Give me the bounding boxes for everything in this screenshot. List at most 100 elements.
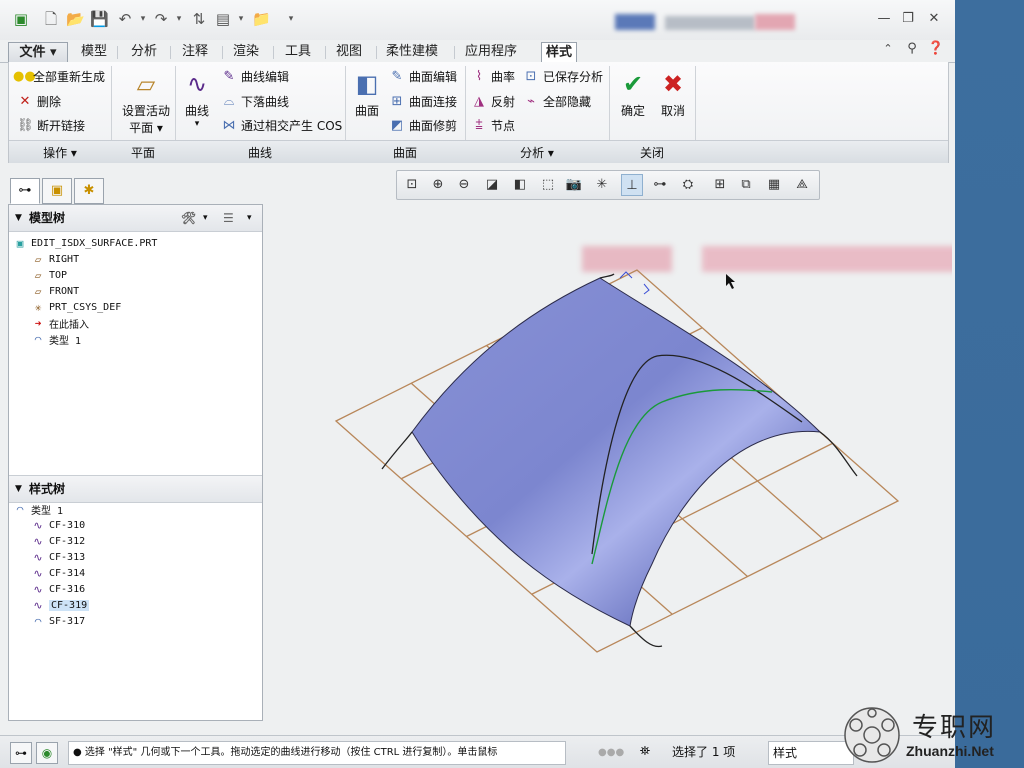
tab-render[interactable]: 渲染: [229, 42, 263, 62]
tree-item-insert-here[interactable]: ➜ 在此插入: [31, 316, 89, 331]
help-icon[interactable]: ❓: [926, 39, 946, 59]
model-tree-title: 模型树: [29, 211, 66, 225]
break-link-button[interactable]: ⛓ 断开链接: [17, 117, 85, 134]
style-tree-item[interactable]: ∿ CF-310: [31, 518, 85, 533]
open-icon[interactable]: 📂: [66, 10, 85, 28]
hide-all-button[interactable]: ⌁ 全部隐藏: [523, 93, 591, 110]
close-window-icon[interactable]: 📁: [252, 10, 271, 28]
tab-model[interactable]: 模型: [77, 42, 111, 62]
surface-button[interactable]: ◧ 曲面: [349, 70, 385, 119]
browser-toggle-icon[interactable]: ◉: [36, 742, 58, 764]
part-icon: ▣: [16, 237, 24, 250]
surface-edit-button[interactable]: ✎ 曲面编辑: [389, 68, 457, 85]
redo-icon[interactable]: ↷: [152, 10, 170, 28]
curve-dropdown-icon[interactable]: ▾: [179, 119, 215, 129]
tree-item-label: CF-316: [49, 584, 86, 595]
delete-button[interactable]: ✕ 删除: [17, 93, 61, 110]
close-icon[interactable]: ✕: [924, 9, 944, 29]
tree-item-label: 类型 1: [31, 506, 64, 517]
tab-separator: [273, 46, 274, 59]
customize-dropdown-icon[interactable]: ▾: [282, 10, 300, 28]
group-plane: 平面: [130, 146, 155, 160]
surface-label: 曲面: [354, 104, 379, 118]
style-tree-root[interactable]: ◠ 类型 1: [13, 502, 63, 517]
tab-separator: [454, 46, 455, 59]
curve-edit-button[interactable]: ✎ 曲线编辑: [221, 68, 289, 85]
tree-item-top[interactable]: ▱ TOP: [31, 268, 67, 283]
tree-item-label: 类型 1: [49, 336, 82, 347]
tree-item-label: CF-314: [49, 568, 86, 579]
ribbon-collapse-icon[interactable]: ⌃: [878, 39, 898, 59]
tab-view[interactable]: 视图: [332, 42, 366, 62]
tree-item-right[interactable]: ▱ RIGHT: [31, 252, 79, 267]
model-tree-tab-icon[interactable]: ⊶: [10, 178, 40, 204]
ok-button[interactable]: ✔ 确定: [615, 70, 651, 119]
tab-style[interactable]: 样式: [541, 42, 578, 64]
saved-analysis-label: 已保存分析: [543, 70, 604, 84]
style-tree-item[interactable]: ∿ CF-314: [31, 566, 85, 581]
group-operations[interactable]: 操作 ▾: [9, 144, 111, 161]
tab-flexible-modeling[interactable]: 柔性建模: [382, 42, 442, 62]
surface-trim-button[interactable]: ◩ 曲面修剪: [389, 117, 457, 134]
watermark-en: Zhuanzhi.Net: [906, 743, 994, 759]
delete-label: 删除: [37, 95, 62, 109]
new-icon[interactable]: 🗋: [42, 10, 60, 28]
undo-icon[interactable]: ↶: [116, 10, 134, 28]
style-tree-item-selected[interactable]: ∿ CF-319: [31, 598, 90, 613]
undo-dropdown-icon[interactable]: ▾: [134, 10, 152, 28]
curve-button[interactable]: ∿ 曲线 ▾: [179, 70, 215, 129]
tree-item-front[interactable]: ▱ FRONT: [31, 284, 79, 299]
style-surface[interactable]: [411, 277, 822, 627]
style-tree-item[interactable]: ◠ SF-317: [31, 614, 85, 629]
group-analysis[interactable]: 分析 ▾: [465, 144, 609, 161]
curve-edit-label: 曲线编辑: [241, 70, 290, 84]
reflection-button[interactable]: ◮ 反射: [471, 93, 515, 110]
tree-columns-icon[interactable]: ☰: [223, 205, 234, 231]
curvature-icon: ⌇: [475, 68, 483, 84]
cos-button[interactable]: ⋈ 通过相交产生 COS: [221, 117, 343, 134]
group-surface: 曲面: [392, 146, 417, 160]
tree-item-csys[interactable]: ✳ PRT_CSYS_DEF: [31, 300, 122, 315]
tab-analysis[interactable]: 分析: [127, 42, 161, 62]
set-active-plane-button[interactable]: ▱ 设置活动 平面 ▾: [117, 70, 175, 136]
tree-settings-dropdown-icon[interactable]: ▾: [203, 205, 208, 231]
tab-annotate[interactable]: 注释: [178, 42, 212, 62]
selection-count: 选择了 1 项: [672, 745, 736, 759]
tab-applications[interactable]: 应用程序: [461, 42, 521, 62]
tree-item-style-feature[interactable]: ◠ 类型 1: [31, 332, 81, 347]
minimize-icon[interactable]: —: [874, 9, 894, 29]
graphics-viewport[interactable]: [262, 164, 952, 734]
folder-browser-tab-icon[interactable]: ▣: [42, 178, 72, 204]
tab-file[interactable]: 文件 ▾: [8, 42, 68, 63]
cancel-button[interactable]: ✖ 取消: [655, 70, 691, 119]
tree-settings-icon[interactable]: 🛠: [181, 205, 196, 231]
curvature-button[interactable]: ⌇ 曲率: [471, 68, 515, 85]
saved-analysis-button[interactable]: ⊡ 已保存分析: [523, 68, 603, 85]
tree-columns-dropdown-icon[interactable]: ▾: [247, 205, 252, 231]
regenerate-all-button[interactable]: ●● 全部重新生成: [13, 68, 105, 85]
application-window: ▣ 🗋 📂 💾 ↶ ▾ ↷ ▾ ⇅ ▤ ▾ 📁 ▾ — ❐ ✕ 文件 ▾ 模型 …: [0, 0, 955, 768]
datum-plane-icon: ▱: [34, 269, 42, 282]
nodes-button[interactable]: ⩲ 节点: [471, 117, 515, 134]
collapse-icon[interactable]: ▼: [15, 476, 22, 502]
redo-dropdown-icon[interactable]: ▾: [170, 10, 188, 28]
windows-dropdown-icon[interactable]: ▾: [232, 10, 250, 28]
maximize-icon[interactable]: ❐: [898, 9, 918, 29]
save-icon[interactable]: 💾: [90, 10, 109, 28]
style-tree-item[interactable]: ∿ CF-316: [31, 582, 85, 597]
style-tree-item[interactable]: ∿ CF-312: [31, 534, 85, 549]
tree-item-part[interactable]: ▣ EDIT_ISDX_SURFACE.PRT: [13, 236, 158, 251]
favorites-tab-icon[interactable]: ✱: [74, 178, 104, 204]
collapse-icon[interactable]: ▼: [15, 205, 22, 231]
regenerate-icon[interactable]: ⇅: [190, 10, 208, 28]
find-icon[interactable]: ⛯: [634, 742, 656, 762]
windows-icon[interactable]: ▤: [214, 10, 232, 28]
saved-analysis-icon: ⊡: [525, 68, 537, 84]
surface-connect-button[interactable]: ⊞ 曲面连接: [389, 93, 457, 110]
navigator-toggle-icon[interactable]: ⊶: [10, 742, 32, 764]
drop-curve-button[interactable]: ⌓ 下落曲线: [221, 93, 289, 110]
tab-tools[interactable]: 工具: [281, 42, 315, 62]
group-close: 关闭: [639, 146, 664, 160]
search-icon[interactable]: ⚲: [902, 39, 922, 59]
style-tree-item[interactable]: ∿ CF-313: [31, 550, 85, 565]
